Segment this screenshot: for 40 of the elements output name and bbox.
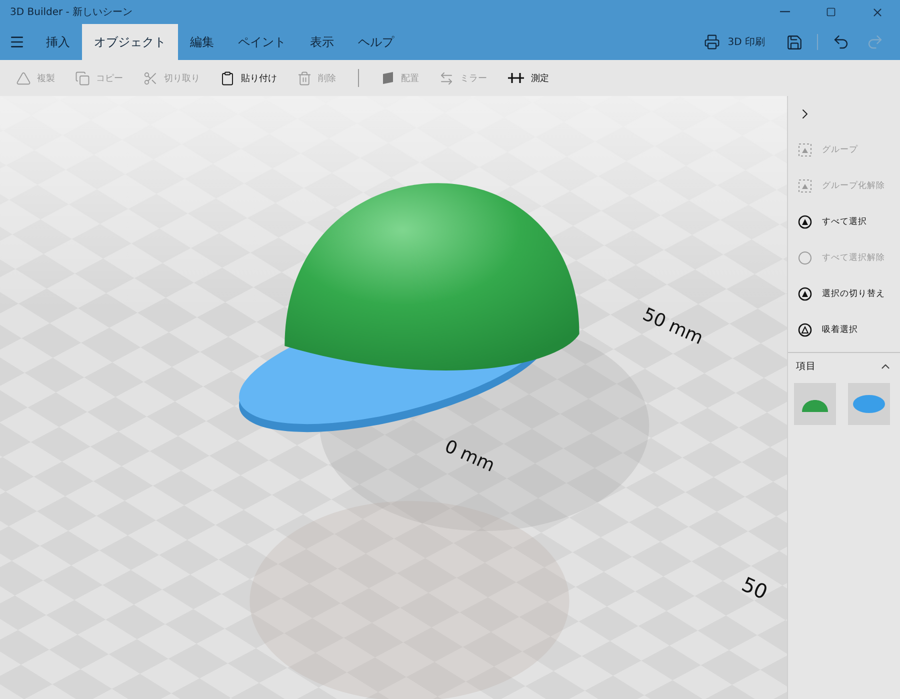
copy-icon [75,70,90,86]
measure-icon [507,72,525,84]
panel-action[interactable]: すべて選択 [788,204,900,240]
print-button[interactable]: 3D 印刷 [692,24,777,60]
maximize-icon [826,7,836,17]
menu-tab[interactable]: 挿入 [34,24,82,60]
object-thumbnail[interactable] [794,383,836,425]
panel-action[interactable]: 選択の切り替え [788,276,900,312]
menu-icon [9,34,25,50]
dimension-label: 0 mm [441,436,498,476]
toolbar-button[interactable]: 貼り付け [212,64,285,92]
clipboard-icon [220,70,235,86]
circle-icon [798,251,812,265]
toolbar-button[interactable]: 測定 [499,64,557,92]
panel-action[interactable]: 吸着選択 [788,312,900,348]
undo-icon [832,33,850,51]
menu-tab[interactable]: 編集 [178,24,226,60]
triangle-icon [16,70,31,86]
minimize-icon [780,11,790,13]
select-icon [798,215,812,229]
menu-tab[interactable]: ヘルプ [346,24,406,60]
menu-tab[interactable]: オブジェクト [82,24,178,60]
section-title: 項目 [796,360,816,372]
printer-icon [704,34,720,50]
dimension-label: 50 [738,572,772,604]
menu-tab[interactable]: ペイント [226,24,298,60]
object-thumbnail[interactable] [848,383,890,425]
arrows-icon [439,70,454,86]
window-title: 3D Builder - 新しいシーン [10,6,134,19]
redo-icon [866,33,884,51]
group-icon [798,179,812,193]
menu-tab[interactable]: 表示 [298,24,346,60]
group-icon [798,143,812,157]
ellipse-icon [852,394,886,414]
scissors-icon [143,70,158,86]
dimension-label: 50 mm [639,304,706,350]
select-icon [798,287,812,301]
save-icon [786,34,802,50]
close-icon [870,6,884,18]
trash-icon [297,70,312,86]
